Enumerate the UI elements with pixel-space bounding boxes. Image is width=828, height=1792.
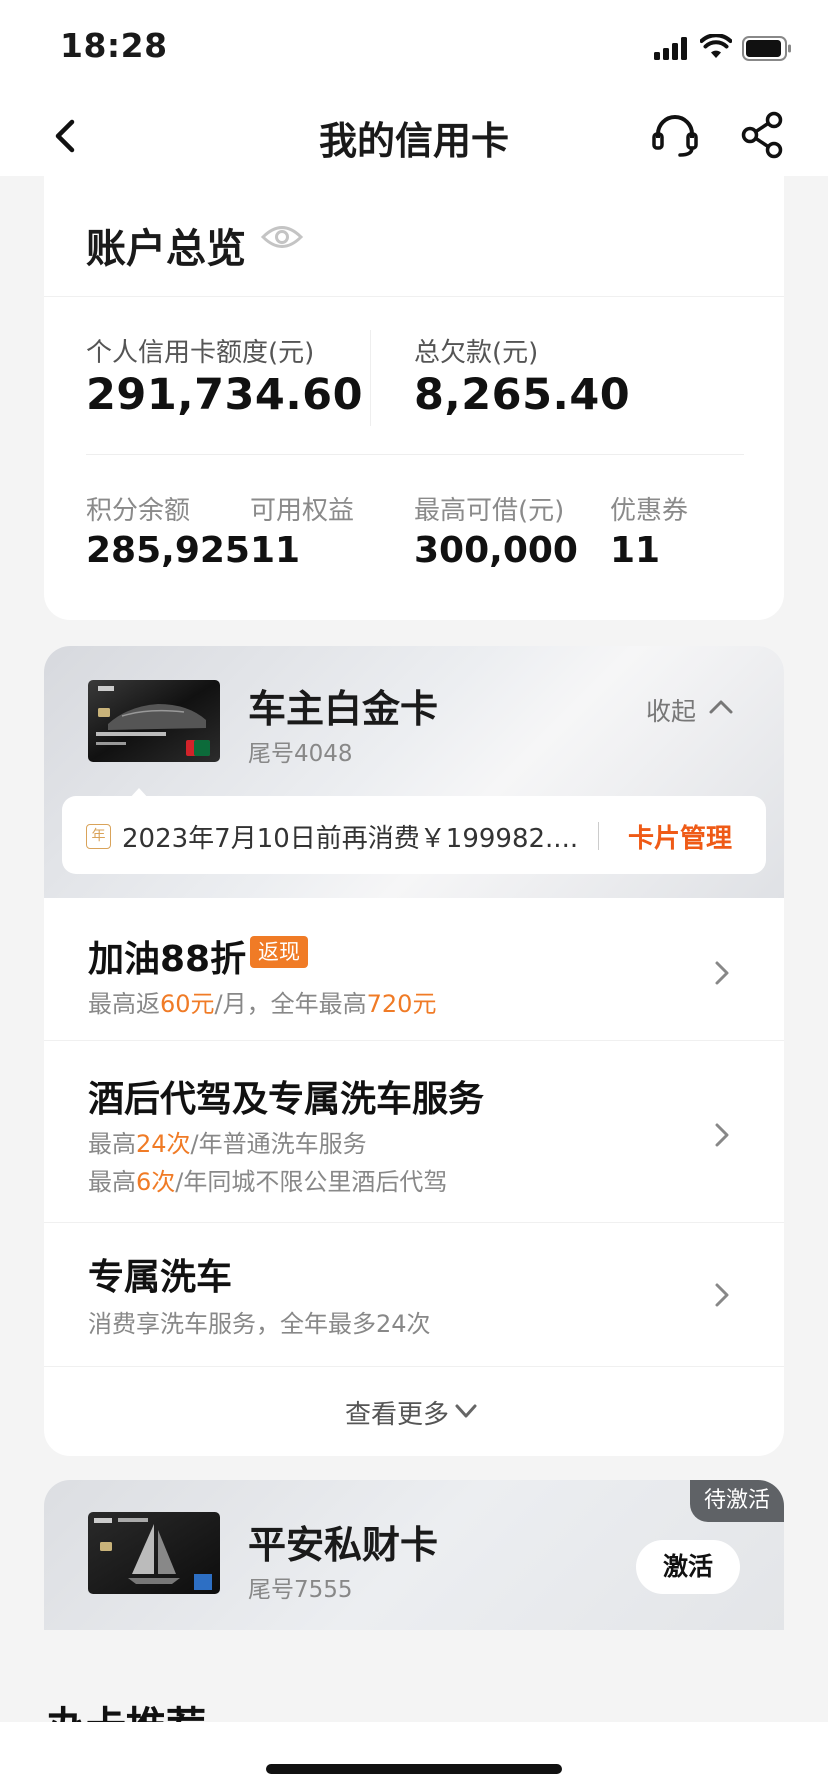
- credit-card-image[interactable]: [88, 680, 220, 762]
- points-value[interactable]: 285,925: [86, 530, 250, 571]
- navigation-bar: 我的信用卡: [0, 96, 828, 176]
- total-debt-label: 总欠款(元): [414, 338, 539, 368]
- rights-value[interactable]: 11: [250, 530, 300, 571]
- card-tail-number: 尾号4048: [248, 741, 353, 767]
- divider: [370, 330, 371, 426]
- battery-icon: [742, 36, 791, 61]
- chevron-up-icon[interactable]: [708, 698, 734, 716]
- status-time: 18:28: [60, 26, 168, 65]
- card-name: 平安私财卡: [248, 1523, 439, 1567]
- home-indicator[interactable]: [266, 1764, 562, 1774]
- coupons-label: 优惠券: [610, 496, 689, 526]
- benefit-title: 酒后代驾及专属洗车服务: [88, 1079, 485, 1120]
- rights-label: 可用权益: [250, 496, 355, 526]
- benefit-subtitle: 消费享洗车服务，全年最多24次: [88, 1310, 431, 1338]
- card-name: 车主白金卡: [248, 687, 439, 731]
- activate-button[interactable]: 激活: [636, 1540, 740, 1594]
- customer-service-icon[interactable]: [650, 110, 700, 160]
- status-bar: 18:28: [0, 0, 828, 96]
- card-header: 车主白金卡 尾号4048 收起 年 2023年7月10日前再消费￥199982.…: [44, 646, 784, 898]
- chevron-down-icon[interactable]: [454, 1402, 478, 1420]
- credit-limit-label: 个人信用卡额度(元): [86, 338, 315, 368]
- see-more-button[interactable]: 查看更多: [44, 1394, 784, 1431]
- total-debt-value[interactable]: 8,265.40: [414, 370, 630, 420]
- benefit-title: 加油88折: [88, 939, 247, 980]
- collapse-button[interactable]: 收起: [646, 692, 696, 728]
- divider: [86, 454, 744, 455]
- points-label: 积分余额: [86, 496, 191, 526]
- notice-text: 2023年7月10日前再消费￥199982....: [122, 824, 579, 854]
- page-title: 我的信用卡: [318, 119, 509, 163]
- eye-visibility-icon[interactable]: [260, 222, 304, 252]
- chevron-right-icon: [715, 961, 729, 985]
- coupons-value[interactable]: 11: [610, 530, 660, 571]
- annual-fee-icon: 年: [86, 824, 111, 849]
- divider: [44, 1366, 784, 1367]
- overview-title: 账户总览: [86, 226, 246, 272]
- car-owner-card-section: 车主白金卡 尾号4048 收起 年 2023年7月10日前再消费￥199982.…: [44, 646, 784, 1456]
- benefit-row-fuel[interactable]: 加油88折 返现 最高返60元/月，全年最高720元: [44, 898, 784, 1036]
- card-tail-number: 尾号7555: [248, 1577, 353, 1603]
- wifi-icon: [700, 34, 732, 58]
- max-borrow-label: 最高可借(元): [414, 496, 565, 526]
- benefit-title: 专属洗车: [88, 1257, 233, 1298]
- benefit-row-driving-carwash[interactable]: 酒后代驾及专属洗车服务 最高24次/年普通洗车服务 最高6次/年同城不限公里酒后…: [44, 1040, 784, 1220]
- chevron-right-icon: [715, 1123, 729, 1147]
- share-icon[interactable]: [740, 110, 786, 160]
- account-overview-card: 账户总览 个人信用卡额度(元) 291,734.60 总欠款(元) 8,265.…: [44, 168, 784, 620]
- divider: [44, 296, 784, 297]
- divider: [598, 822, 599, 850]
- credit-limit-value[interactable]: 291,734.60: [86, 370, 363, 420]
- chevron-right-icon: [715, 1283, 729, 1307]
- spending-notice-bar[interactable]: 年 2023年7月10日前再消费￥199982.... 卡片管理: [62, 796, 766, 874]
- credit-card-image[interactable]: [88, 1512, 220, 1594]
- private-wealth-card[interactable]: 待激活 平安私财卡 尾号7555 激活: [44, 1480, 784, 1630]
- benefit-row-carwash[interactable]: 专属洗车 消费享洗车服务，全年最多24次: [44, 1222, 784, 1364]
- bottom-safe-area: [0, 1722, 828, 1792]
- cellular-signal-icon: [654, 36, 690, 60]
- benefit-subtitle: 最高返60元/月，全年最高720元: [88, 990, 437, 1018]
- pending-activation-badge: 待激活: [689, 1480, 784, 1522]
- card-management-link[interactable]: 卡片管理: [628, 818, 732, 855]
- see-more-label: 查看更多: [344, 1400, 449, 1430]
- benefit-subtitle: 最高24次/年普通洗车服务: [88, 1130, 367, 1158]
- max-borrow-value[interactable]: 300,000: [414, 530, 578, 571]
- benefit-subtitle: 最高6次/年同城不限公里酒后代驾: [88, 1168, 448, 1196]
- cashback-tag: 返现: [250, 936, 308, 968]
